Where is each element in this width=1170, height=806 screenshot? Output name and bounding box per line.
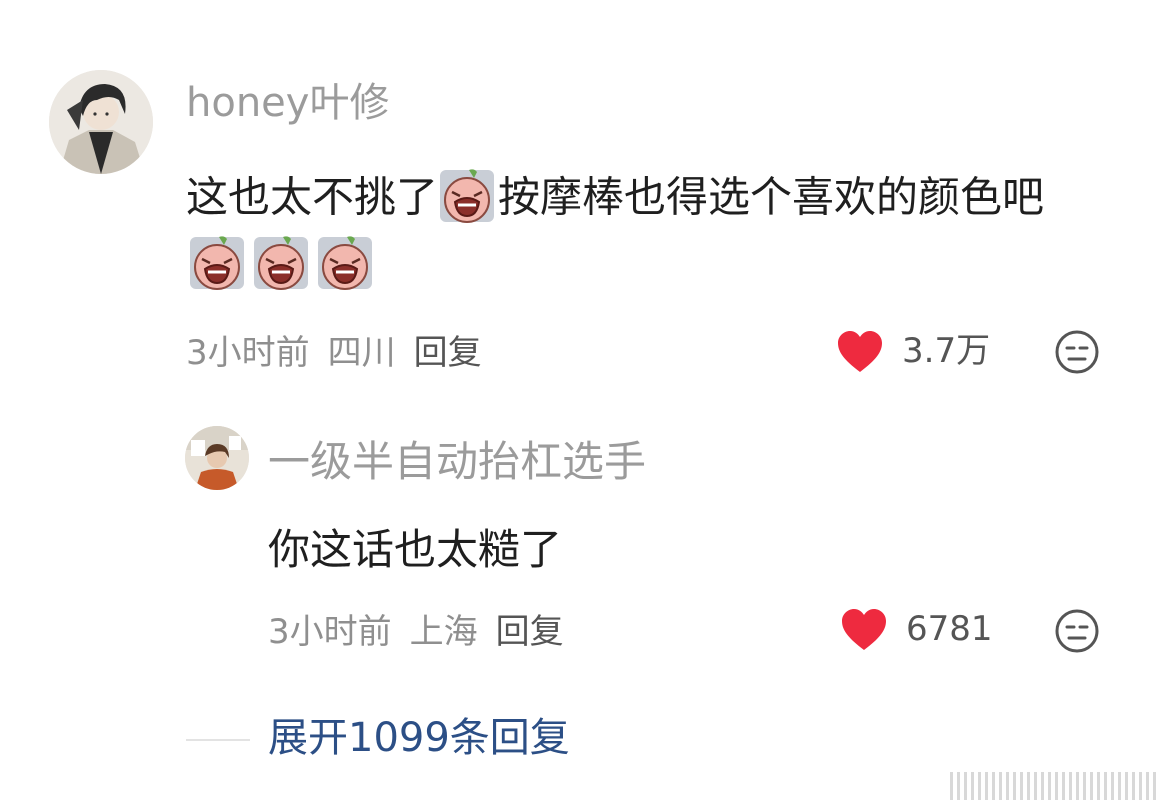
commenter-username[interactable]: honey叶修 — [186, 83, 389, 123]
comment-meta: 3小时前 四川 回复 — [186, 336, 500, 370]
comment-like-count: 3.7万 — [902, 331, 991, 371]
crying-face-emoji — [438, 168, 496, 224]
reply-text: 你这话也太糙了 — [268, 525, 563, 574]
commenter-avatar[interactable] — [49, 70, 153, 174]
heart-icon[interactable] — [836, 330, 884, 374]
comment-text-part1: 这也太不挑了 — [186, 172, 439, 222]
expand-divider — [186, 739, 250, 741]
reply-like-count: 6781 — [906, 609, 993, 649]
comment-emoji-row — [188, 234, 374, 294]
expand-replies-button[interactable]: 展开1099条回复 — [268, 718, 570, 758]
reply-button[interactable]: 回复 — [414, 333, 482, 373]
comment-text-part2: 按摩棒也得选个喜欢的颜色吧 — [498, 172, 1045, 222]
replier-avatar[interactable] — [185, 426, 249, 490]
reply-reply-button[interactable]: 回复 — [496, 612, 564, 652]
comment-location: 四川 — [327, 333, 396, 373]
watermark — [950, 772, 1156, 800]
crying-face-emoji — [188, 234, 246, 294]
crying-face-emoji — [252, 234, 310, 294]
comment-text: 这也太不挑了 按摩棒也得选个喜欢的颜色吧 — [186, 169, 1045, 224]
comment-time: 3小时前 — [186, 333, 310, 373]
heart-icon[interactable] — [840, 608, 888, 652]
dislike-face-icon[interactable] — [1054, 329, 1100, 375]
reply-location: 上海 — [409, 612, 478, 652]
crying-face-emoji — [316, 234, 374, 294]
dislike-face-icon[interactable] — [1054, 608, 1100, 654]
replier-username[interactable]: 一级半自动抬杠选手 — [268, 441, 646, 483]
reply-time: 3小时前 — [268, 612, 392, 652]
reply-meta: 3小时前 上海 回复 — [268, 615, 582, 649]
